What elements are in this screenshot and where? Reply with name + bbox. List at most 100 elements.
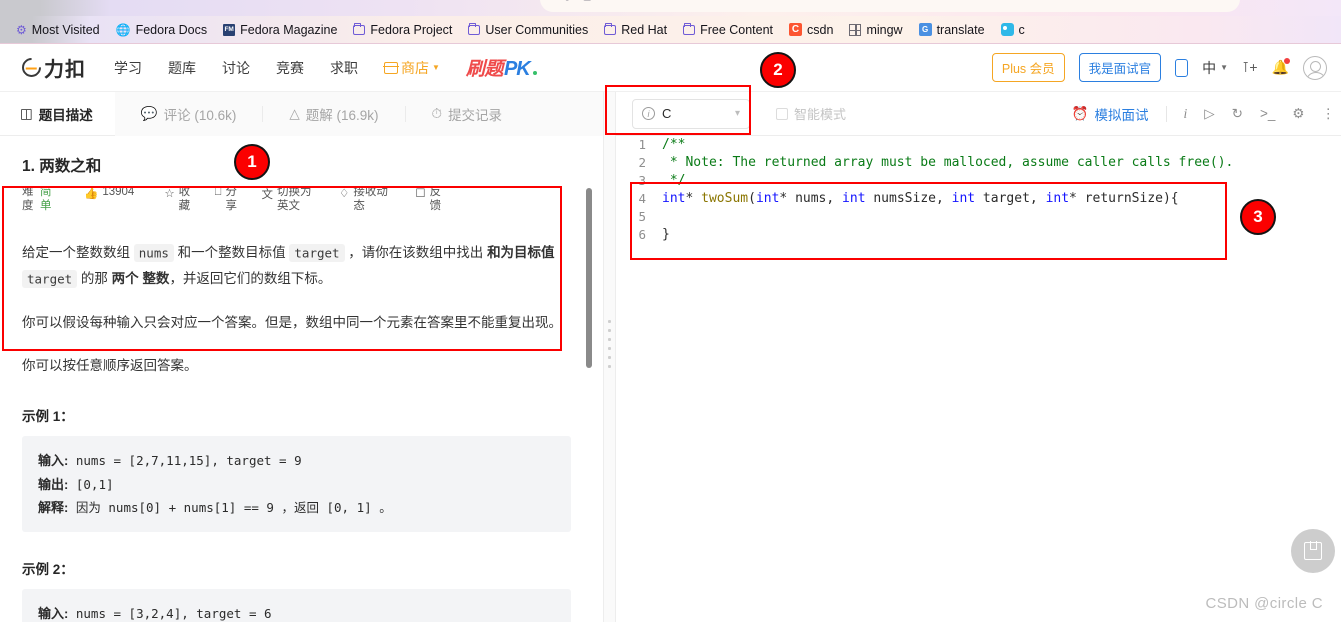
watermark-text: CSDN @circle C [1205, 595, 1323, 612]
description-fragment: 给定一个整数数组 [22, 245, 134, 260]
editor-code[interactable]: /** * Note: The returned array must be m… [662, 136, 1341, 244]
line-number: 3 [638, 173, 646, 188]
notification-dot [1284, 58, 1290, 64]
nav-item-contest[interactable]: 竞赛 [276, 58, 304, 78]
code-token: /** [662, 137, 686, 152]
alarm-clock-icon: ⏰ [1071, 105, 1089, 121]
console-icon[interactable]: >_ [1260, 106, 1275, 121]
bookmark-fedora-docs[interactable]: 🌐 Fedora Docs [108, 21, 216, 39]
line-number: 1 [638, 137, 646, 152]
code-token: target, [975, 191, 1046, 206]
language-select-value: C [662, 106, 672, 121]
description-fragment: 两个 [111, 271, 139, 287]
description-fragment: 和为目标值 [487, 245, 555, 260]
code-token: ( [748, 191, 756, 206]
code-token: * Note: The returned array must be mallo… [662, 155, 1234, 170]
leetcode-logo[interactable]: 力扣 [18, 53, 86, 82]
nav-shop-label: 商店 [401, 59, 429, 76]
feedback-label: 反馈 [429, 186, 442, 212]
tab-submissions[interactable]: ⏱ 提交记录 [406, 104, 529, 124]
tab-description[interactable]: ◫ 题目描述 [0, 104, 115, 124]
bookmark-c[interactable]: c [993, 21, 1033, 39]
bookmark-label: c [1018, 22, 1025, 37]
nav-item-jobs[interactable]: 求职 [330, 58, 358, 78]
favorite-button[interactable]: ☆ 收藏 [164, 186, 192, 213]
notebook-fab-button[interactable] [1291, 529, 1335, 573]
notification-bell-icon[interactable]: 🔔 [1272, 58, 1290, 76]
share-label: 分享 [225, 186, 238, 212]
info-icon: i [642, 107, 655, 120]
mock-interview-button[interactable]: ⏰ 模拟面试 [1072, 104, 1149, 124]
settings-gear-icon[interactable]: ⚙ [1292, 106, 1304, 122]
bookmark-csdn[interactable]: C csdn [781, 21, 841, 39]
user-avatar-icon[interactable] [1303, 55, 1327, 80]
translate-button[interactable]: 文 切换为英文 [262, 186, 318, 213]
left-pane-scrollbar[interactable] [586, 188, 592, 368]
bookmark-mingw[interactable]: mingw [841, 21, 910, 39]
example-line: 解释: 因为 nums[0] + nums[1] == 9 ，返回 [0, 1]… [38, 499, 392, 515]
smart-mode-label: 智能模式 [794, 107, 847, 122]
page-title: 1. 两数之和 [22, 158, 102, 175]
smart-mode-toggle[interactable]: 智能模式 [776, 104, 846, 123]
bookmark-most-visited[interactable]: ⚙ Most Visited [8, 21, 108, 39]
reset-icon[interactable]: ↻ [1232, 106, 1243, 122]
code-token: twoSum [701, 191, 749, 206]
feedback-button[interactable]: ☐ 反馈 [415, 186, 443, 213]
line-number: 5 [638, 209, 646, 224]
expand-icon[interactable]: ⋮ [1322, 106, 1336, 122]
shield-icon[interactable]: 🛡 [560, 0, 574, 2]
description-paragraph: 你可以假设每种输入只会对应一个答案。但是，数组中同一个元素在答案里不能重复出现。 [22, 310, 581, 336]
nav-item-problems[interactable]: 题库 [168, 58, 196, 78]
subscribe-button[interactable]: ♢ 接收动态 [339, 186, 393, 213]
address-bar[interactable] [540, 0, 1240, 12]
code-token: int [755, 191, 780, 206]
notebook-icon [1304, 541, 1322, 560]
flask-icon: △ [289, 105, 300, 121]
code-editor[interactable]: 1 2 3 4 5 6 /** * Note: The returned arr… [616, 136, 1341, 622]
bookmark-star-icon[interactable]: ☆ [1243, 0, 1253, 3]
share-icon: ⎕ [214, 186, 222, 198]
share-button[interactable]: ⎕ 分享 [215, 186, 240, 213]
bookmark-label: Fedora Project [370, 22, 453, 37]
language-select[interactable]: i C ▾ [632, 98, 750, 129]
chevron-down-icon: ▼ [1220, 63, 1229, 72]
description-fragment: nums [133, 243, 174, 262]
pk-banner[interactable]: 刷题 PK [466, 54, 537, 81]
tab-label: 题解 (16.9k) [305, 107, 379, 123]
likes-count: 13904 [102, 186, 135, 198]
star-icon: ☆ [164, 188, 175, 200]
tab-comments[interactable]: 💬 评论 (10.6k) [115, 104, 263, 124]
bookmark-user-communities[interactable]: User Communities [460, 21, 596, 39]
folder-icon [468, 22, 481, 35]
bookmark-label: Fedora Magazine [240, 22, 338, 37]
terminal-plus-icon[interactable]: ⊺+ [1242, 59, 1257, 76]
bookmark-label: User Communities [485, 22, 589, 37]
pane-drag-handle[interactable] [608, 320, 611, 368]
tab-solutions[interactable]: △ 题解 (16.9k) [263, 104, 404, 124]
run-flag-icon[interactable]: ▷ [1204, 106, 1214, 122]
bookmark-fedora-magazine[interactable]: FM Fedora Magazine [215, 21, 345, 39]
editor-toolbar: i C ▾ 智能模式 ⏰ 模拟面试 i ▷ ↻ >_ ⚙ ⋮ [616, 92, 1341, 136]
bookmark-free-content[interactable]: Free Content [675, 21, 781, 39]
nav-item-study[interactable]: 学习 [114, 58, 142, 78]
chevron-down-icon: ▾ [734, 108, 740, 119]
bookmark-red-hat[interactable]: Red Hat [596, 21, 675, 39]
description-fragment: 的那 [77, 271, 112, 287]
bookmark-fedora-project[interactable]: Fedora Project [345, 21, 460, 39]
interviewer-button[interactable]: 我是面试官 [1078, 53, 1162, 82]
thumbs-up-icon: 👍 [84, 188, 99, 200]
likes-meta[interactable]: 👍 13904 [84, 186, 134, 200]
plus-member-button[interactable]: Plus 会员 [991, 53, 1065, 82]
example-2-label: 示例 2： [22, 562, 74, 577]
nav-item-discuss[interactable]: 讨论 [222, 58, 250, 78]
example-1-block: 输入: nums = [2,7,11,15], target = 9 输出: [… [22, 436, 571, 532]
shop-icon [383, 61, 399, 74]
reader-view-icon[interactable]: ▢ [582, 0, 592, 2]
mobile-icon[interactable] [1175, 58, 1189, 77]
comment-icon: 💬 [140, 105, 158, 121]
info-icon[interactable]: i [1184, 106, 1188, 122]
bookmark-translate[interactable]: G translate [911, 21, 993, 39]
gear-icon: ⚙ [16, 22, 27, 37]
nav-item-shop[interactable]: 商店 ▼ [383, 58, 440, 78]
language-switcher[interactable]: 中 ▼ [1202, 58, 1228, 78]
